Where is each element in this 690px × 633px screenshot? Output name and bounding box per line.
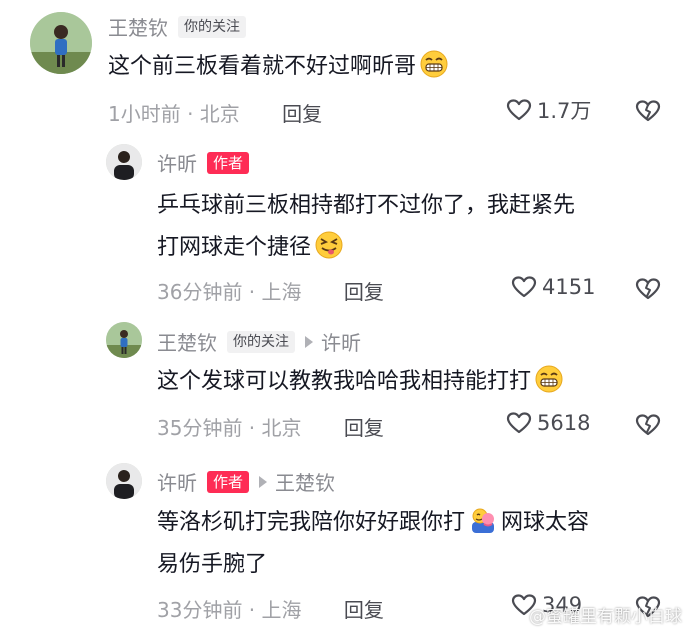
- avatar-wang-chuqin[interactable]: [106, 322, 142, 358]
- comment-header: 王楚钦 你的关注: [108, 12, 246, 41]
- like-count: 4151: [542, 275, 596, 299]
- like-count: 1.7万: [537, 99, 592, 123]
- reply-arrow-icon: [259, 475, 268, 488]
- timestamp-location: 1小时前 · 北京: [108, 102, 240, 126]
- avatar-wang-chuqin[interactable]: [30, 12, 92, 74]
- comment-text: 这个前三板看着就不好过啊昕哥: [108, 46, 448, 88]
- avatar-xu-xin[interactable]: [106, 144, 142, 180]
- like-button[interactable]: 1.7万: [505, 95, 591, 125]
- reply-to-username[interactable]: 许昕: [321, 327, 361, 356]
- comment-text: 等洛杉矶打完我陪你好好跟你打 网球太容 易伤手腕了: [157, 502, 589, 586]
- like-button[interactable]: 5618: [505, 409, 590, 437]
- reply-arrow-icon: [305, 335, 313, 348]
- avatar-photo-xu: [106, 144, 142, 180]
- reply-button[interactable]: 回复: [344, 280, 384, 304]
- reply-button[interactable]: 回复: [282, 102, 322, 126]
- squint-tongue-emoji-icon: [315, 231, 343, 259]
- comment-meta: 35分钟前 · 北京 回复: [157, 412, 384, 441]
- following-badge: 你的关注: [178, 15, 246, 38]
- username[interactable]: 王楚钦: [108, 12, 168, 41]
- like-button[interactable]: 4151: [510, 273, 595, 301]
- comment-header: 王楚钦 你的关注 许昕: [157, 327, 361, 356]
- reply-button[interactable]: 回复: [344, 598, 384, 622]
- comment-text: 这个发球可以教教我哈哈我相持能打打: [157, 361, 563, 403]
- like-count: 5618: [537, 411, 591, 435]
- comment-header: 许昕 作者 王楚钦: [157, 467, 335, 496]
- broken-heart-icon[interactable]: [634, 411, 662, 439]
- avatar-photo-xu: [106, 463, 142, 499]
- broken-heart-icon[interactable]: [634, 97, 662, 125]
- comment-text: 乒乓球前三板相持都打不过你了，我赶紧先 打网球走个捷径: [157, 193, 576, 260]
- avatar-photo-wang: [106, 322, 142, 358]
- grin-emoji-icon: [420, 50, 448, 78]
- following-badge: 你的关注: [227, 330, 295, 353]
- weibo-watermark: @蜜罐里有颗小白球: [529, 607, 682, 627]
- heart-icon: [511, 276, 537, 298]
- hug-emoji-icon: [472, 508, 495, 533]
- reply-button[interactable]: 回复: [344, 416, 384, 440]
- comment-meta: 33分钟前 · 上海 回复: [157, 594, 384, 623]
- author-badge: 作者: [207, 470, 250, 493]
- comment-meta: 36分钟前 · 上海 回复: [157, 276, 384, 305]
- avatar-xu-xin[interactable]: [106, 463, 142, 499]
- username[interactable]: 王楚钦: [157, 327, 217, 356]
- grin-emoji-icon: [535, 365, 563, 393]
- broken-heart-icon[interactable]: [634, 275, 662, 303]
- heart-icon: [506, 412, 532, 434]
- timestamp-location: 35分钟前 · 北京: [157, 416, 302, 440]
- timestamp-location: 36分钟前 · 上海: [157, 280, 302, 304]
- comment-header: 许昕 作者: [157, 148, 250, 177]
- username[interactable]: 许昕: [157, 467, 197, 496]
- timestamp-location: 33分钟前 · 上海: [157, 598, 302, 622]
- username[interactable]: 许昕: [157, 148, 197, 177]
- heart-icon: [506, 99, 532, 121]
- author-badge: 作者: [207, 151, 250, 174]
- reply-to-username[interactable]: 王楚钦: [275, 467, 335, 496]
- avatar-photo-wang: [30, 12, 92, 74]
- comment-meta: 1小时前 · 北京 回复: [108, 98, 322, 127]
